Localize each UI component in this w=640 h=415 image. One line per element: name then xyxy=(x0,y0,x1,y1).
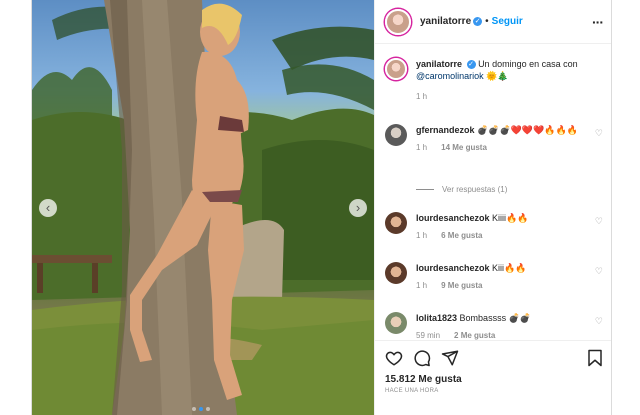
comment-time[interactable]: 59 min xyxy=(416,330,440,340)
comments-list: yanilatorre ✓ Un domingo en casa con @ca… xyxy=(375,52,611,340)
comment-item: lourdesanchezok Kiii🔥🔥 1 h 9 Me gusta ♡ xyxy=(385,262,603,292)
comment-time[interactable]: 1 h xyxy=(416,142,427,154)
comment-likes[interactable]: 6 Me gusta xyxy=(441,230,482,242)
bookmark-icon[interactable] xyxy=(587,349,603,367)
comment-username[interactable]: gfernandezok xyxy=(416,125,475,135)
caption: yanilatorre ✓ Un domingo en casa con @ca… xyxy=(385,58,603,103)
comment-text: Kiiii🔥🔥 xyxy=(492,213,529,223)
verified-badge-icon: ✓ xyxy=(466,60,476,70)
heart-icon[interactable] xyxy=(385,349,403,367)
comment-username[interactable]: lourdesanchezok xyxy=(416,213,490,223)
caption-username[interactable]: yanilatorre xyxy=(416,59,462,69)
verified-badge-icon: ✓ xyxy=(473,17,483,26)
caption-emoji: 🌞🎄 xyxy=(486,71,509,81)
chevron-left-icon[interactable]: ‹ xyxy=(39,199,57,217)
post-actions: 15.812 Me gusta Hace una hora xyxy=(375,340,611,415)
avatar[interactable] xyxy=(385,124,407,146)
comment-heart-icon[interactable]: ♡ xyxy=(595,266,603,277)
comment-time[interactable]: 1 h xyxy=(416,230,427,242)
comment-likes[interactable]: 9 Me gusta xyxy=(441,280,482,292)
carousel-dot-active xyxy=(199,407,203,411)
comment-username[interactable]: lourdesanchezok xyxy=(416,263,490,273)
avatar[interactable] xyxy=(385,58,407,80)
view-replies-button[interactable]: Ver respuestas (1) xyxy=(416,185,507,194)
comment-text: Bombassss 💣💣 xyxy=(459,313,531,323)
avatar[interactable] xyxy=(385,8,411,35)
caption-mention-link[interactable]: @caromolinariok xyxy=(416,71,484,81)
more-options-icon[interactable]: ··· xyxy=(592,14,604,30)
share-icon[interactable] xyxy=(441,349,459,367)
header-username[interactable]: yanilatorre xyxy=(420,16,471,27)
post-side-panel: yanilatorre ✓ • Seguir ··· yanilatorre ✓… xyxy=(374,0,611,415)
comment-icon[interactable] xyxy=(413,349,431,367)
comment-username[interactable]: lolita1823 xyxy=(416,313,457,323)
comment-likes[interactable]: 14 Me gusta xyxy=(441,142,487,154)
post-header: yanilatorre ✓ • Seguir ··· xyxy=(375,0,611,44)
comment-likes[interactable]: 2 Me gusta xyxy=(454,330,495,340)
comment-item: lourdesanchezok Kiiii🔥🔥 1 h 6 Me gusta ♡ xyxy=(385,212,603,242)
comment-text: 💣💣💣❤️❤️❤️🔥🔥🔥 xyxy=(477,125,578,135)
follow-button[interactable]: Seguir xyxy=(492,16,523,27)
replies-divider xyxy=(416,189,434,190)
separator-dot: • xyxy=(485,16,489,27)
carousel-dot xyxy=(206,407,210,411)
view-replies-label: Ver respuestas (1) xyxy=(442,185,508,194)
comment-item: lolita1823 Bombassss 💣💣 59 min 2 Me gust… xyxy=(385,312,603,340)
comment-time[interactable]: 1 h xyxy=(416,280,427,292)
comment-heart-icon[interactable]: ♡ xyxy=(595,216,603,227)
photo-illustration xyxy=(32,0,374,415)
avatar[interactable] xyxy=(385,262,407,284)
post-timestamp[interactable]: Hace una hora xyxy=(385,388,603,394)
avatar[interactable] xyxy=(385,212,407,234)
carousel-dots xyxy=(192,407,210,411)
comment-heart-icon[interactable]: ♡ xyxy=(595,316,603,327)
caption-time[interactable]: 1 h xyxy=(416,91,427,103)
instagram-post-modal: ‹ › yanilatorre ✓ • Seguir ··· yanilator… xyxy=(31,0,612,415)
chevron-right-icon[interactable]: › xyxy=(349,199,367,217)
comment-heart-icon[interactable]: ♡ xyxy=(595,128,603,139)
caption-text: Un domingo en casa con xyxy=(478,59,578,69)
avatar[interactable] xyxy=(385,312,407,334)
comment-text: Kiii🔥🔥 xyxy=(492,263,527,273)
comment-item: gfernandezok 💣💣💣❤️❤️❤️🔥🔥🔥 1 h 14 Me gust… xyxy=(385,124,603,154)
post-photo[interactable]: ‹ › xyxy=(32,0,374,415)
carousel-dot xyxy=(192,407,196,411)
likes-count[interactable]: 15.812 Me gusta xyxy=(385,374,603,385)
